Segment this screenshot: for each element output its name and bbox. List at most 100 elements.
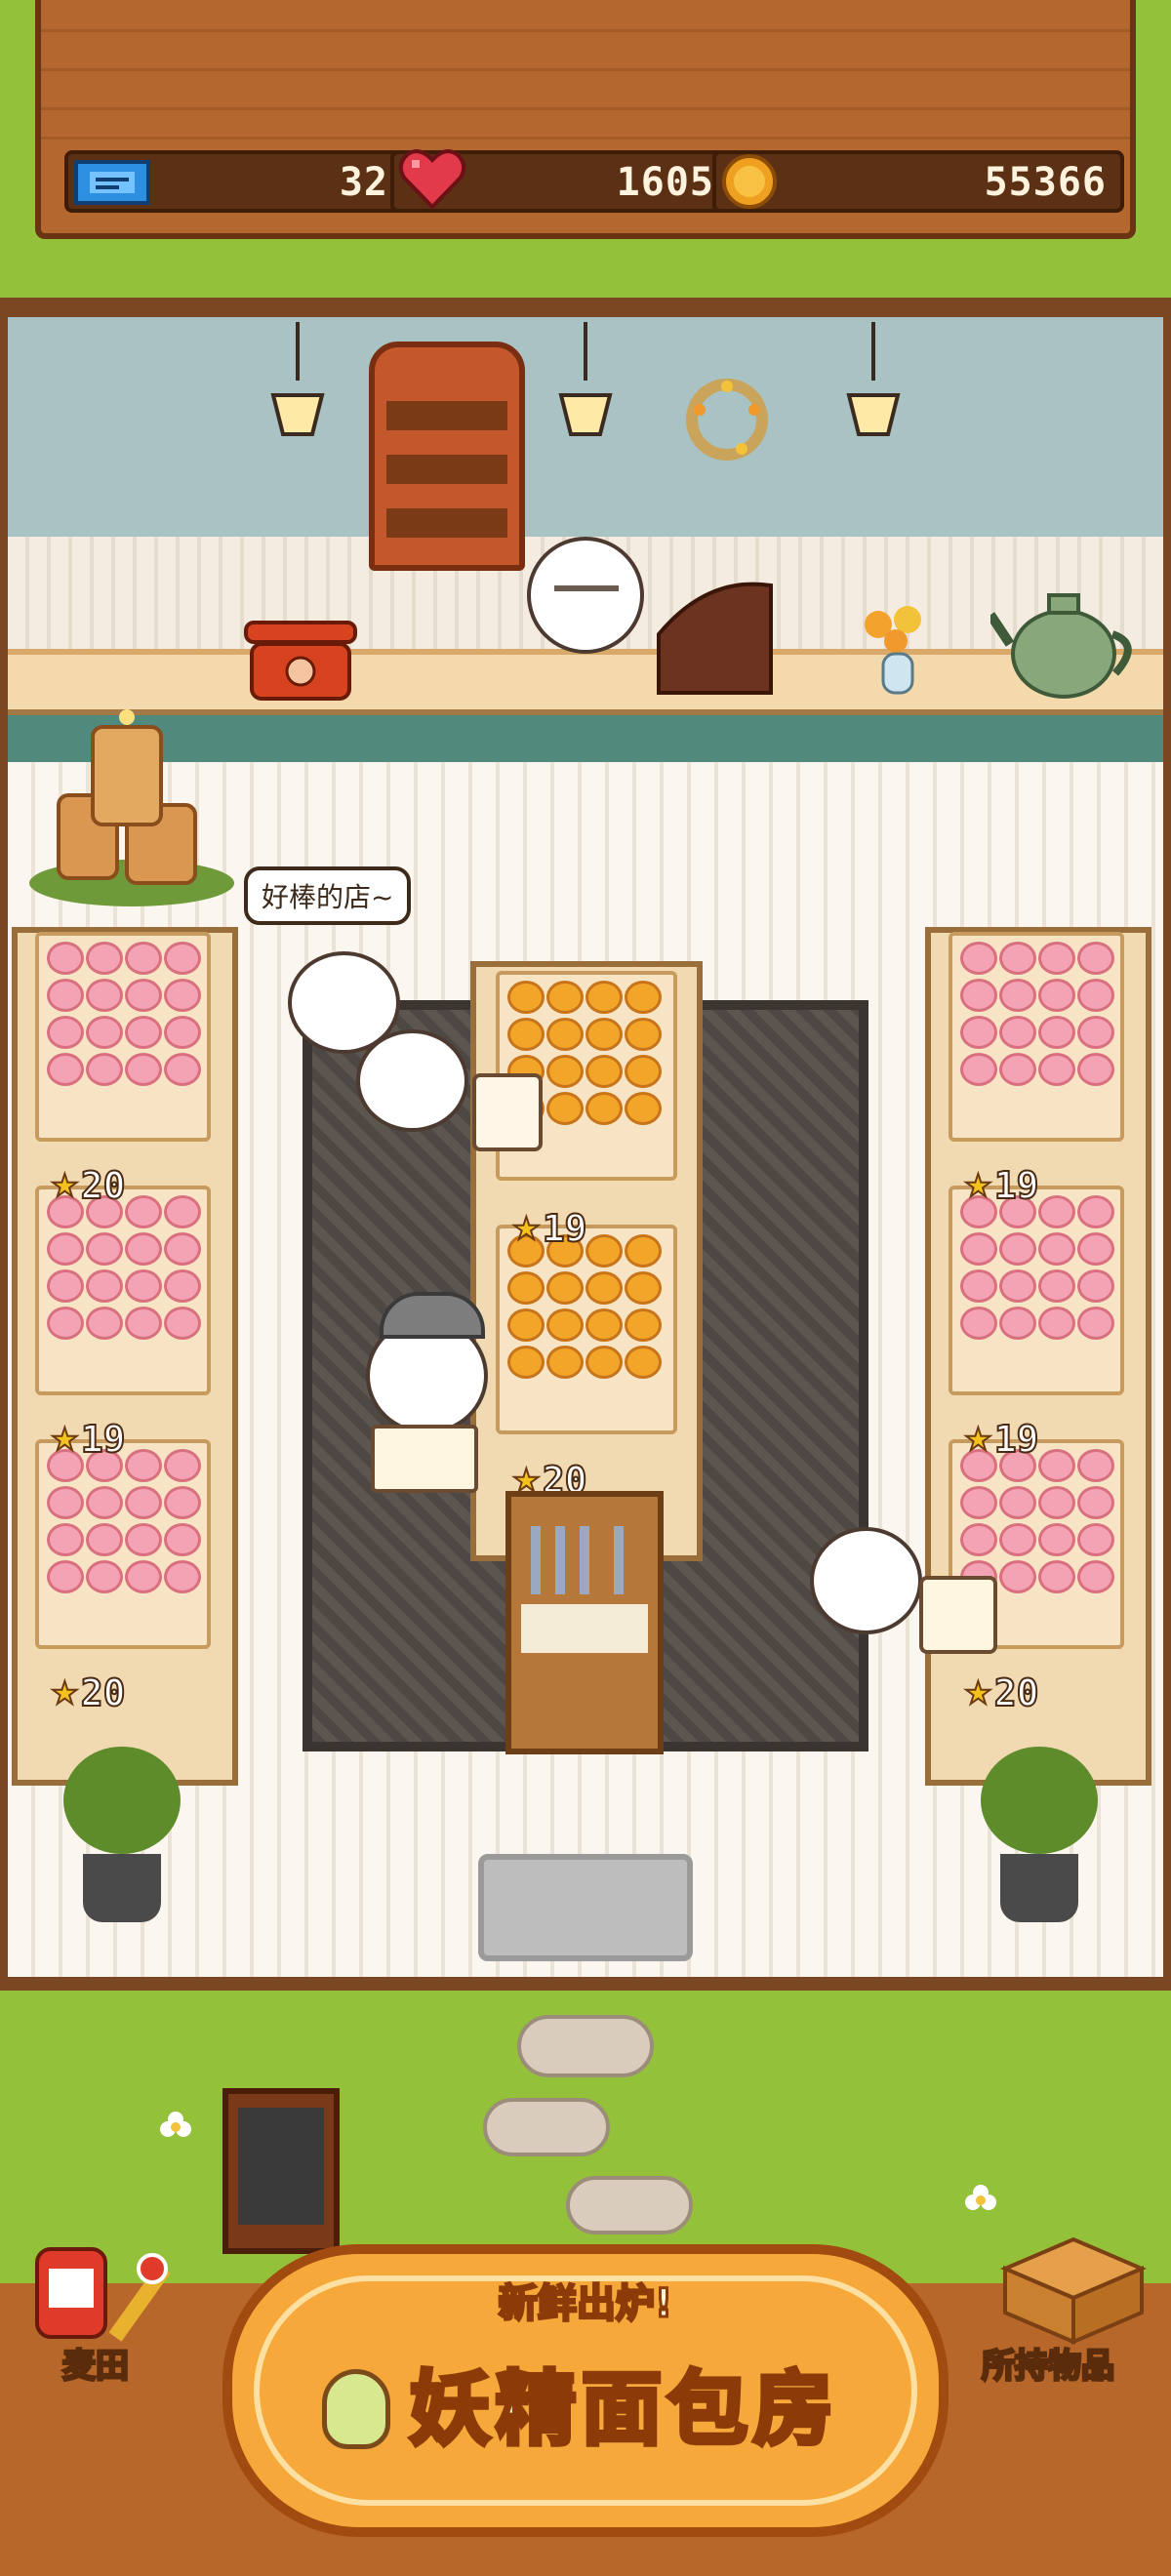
bread-item	[86, 1523, 123, 1556]
bread-item	[86, 1016, 123, 1049]
bread-item	[625, 1234, 662, 1268]
bread-item	[1038, 1269, 1075, 1303]
bread-item	[164, 1307, 201, 1340]
bread-item	[164, 1560, 201, 1593]
bread-item	[999, 1232, 1036, 1266]
bread-item	[1038, 1449, 1075, 1482]
customer-character-with-hat[interactable]	[366, 1292, 488, 1434]
bread-item	[586, 1271, 623, 1305]
ticket-counter[interactable]: 32	[64, 150, 406, 213]
customer-character[interactable]	[356, 1029, 468, 1132]
bread-item	[86, 1486, 123, 1519]
bread-item	[1077, 1523, 1114, 1556]
bread-item	[47, 1232, 84, 1266]
bread-item	[507, 981, 545, 1014]
bread-item	[164, 1523, 201, 1556]
game-logo-banner[interactable]: 新鲜出炉! 妖精面包房	[222, 2244, 949, 2537]
bread-item	[1077, 942, 1114, 975]
bread-item	[960, 1053, 997, 1086]
inventory-label: 所持物品	[981, 2346, 1116, 2388]
customer-speech-bubble: 好棒的店~	[244, 866, 412, 925]
bread-item	[999, 1307, 1036, 1340]
bread-item	[125, 1307, 162, 1340]
bread-item	[86, 1560, 123, 1593]
bread-item	[125, 1486, 162, 1519]
bread-item	[1038, 1053, 1075, 1086]
bread-item	[999, 1053, 1036, 1086]
stepping-stone	[517, 2015, 654, 2077]
bread-item	[1077, 1053, 1114, 1086]
bread-item	[125, 1523, 162, 1556]
bread-item	[164, 1486, 201, 1519]
bread-item	[625, 1018, 662, 1051]
heart-counter[interactable]: 1605	[390, 149, 732, 213]
bread-item	[125, 1016, 162, 1049]
flower-icon	[160, 2112, 191, 2137]
teapot-icon	[990, 593, 1132, 699]
potted-plant	[976, 1747, 1103, 1932]
coin-counter[interactable]: 55366	[712, 150, 1124, 213]
wheat-field-button[interactable]: 麦田	[27, 2230, 174, 2388]
bread-item	[47, 1307, 84, 1340]
bread-item	[546, 1092, 584, 1125]
bread-cabinet	[369, 342, 525, 571]
bread-item	[507, 1308, 545, 1342]
bread-item	[507, 1346, 545, 1379]
bread-tray-held	[919, 1576, 997, 1654]
bread-item	[546, 1346, 584, 1379]
bread-item	[625, 1055, 662, 1088]
box-icon	[999, 2236, 1148, 2346]
bread-item	[1038, 979, 1075, 1012]
bread-item	[507, 1018, 545, 1051]
bread-item	[586, 1055, 623, 1088]
bread-item	[546, 1271, 584, 1305]
bread-item	[546, 1055, 584, 1088]
bread-item	[1038, 1195, 1075, 1228]
stock-count: 20	[80, 1671, 127, 1714]
bread-item	[1038, 1016, 1075, 1049]
bread-item	[625, 1092, 662, 1125]
bread-item	[625, 1308, 662, 1342]
bread-item	[546, 1018, 584, 1051]
bread-item	[1077, 1449, 1114, 1482]
bread-item	[546, 1308, 584, 1342]
bread-item	[960, 1307, 997, 1340]
stock-count: 19	[993, 1418, 1040, 1461]
bread-item	[586, 981, 623, 1014]
bread-item	[125, 1053, 162, 1086]
bread-item	[1077, 979, 1114, 1012]
bread-item	[1077, 1307, 1114, 1340]
bread-item	[999, 1523, 1036, 1556]
right-shelf-stock-3: ★ 20	[963, 1671, 1040, 1714]
bread-item	[125, 1195, 162, 1228]
heart-count: 1605	[616, 160, 714, 205]
bread-item	[1077, 1232, 1114, 1266]
bread-item	[999, 1269, 1036, 1303]
stock-count: 20	[993, 1671, 1040, 1714]
star-icon: ★	[963, 1167, 993, 1204]
bread-item	[86, 1053, 123, 1086]
bread-item	[164, 1016, 201, 1049]
menu-chalkboard[interactable]	[222, 2088, 340, 2254]
inventory-button[interactable]: 所持物品	[976, 2230, 1151, 2388]
bread-item	[86, 1269, 123, 1303]
bread-item	[164, 979, 201, 1012]
bread-item	[1077, 1195, 1114, 1228]
center-shelf-stock-1: ★ 19	[511, 1209, 587, 1248]
bread-item	[125, 1560, 162, 1593]
ticket-count: 32	[339, 160, 388, 205]
bread-item	[1038, 1232, 1075, 1266]
bread-item	[86, 942, 123, 975]
bread-item	[625, 981, 662, 1014]
bread-item	[47, 1016, 84, 1049]
bread-item	[586, 1018, 623, 1051]
stepping-stone	[566, 2176, 693, 2234]
cutlery-stand[interactable]	[505, 1491, 664, 1754]
bread-item	[586, 1308, 623, 1342]
baker-cat-character[interactable]	[527, 537, 644, 654]
potted-plant	[59, 1747, 185, 1932]
customer-character[interactable]	[810, 1527, 922, 1634]
telephone-icon	[244, 621, 357, 701]
bread-item	[1038, 1307, 1075, 1340]
left-shelf-stock-1: ★ 20	[50, 1166, 126, 1205]
